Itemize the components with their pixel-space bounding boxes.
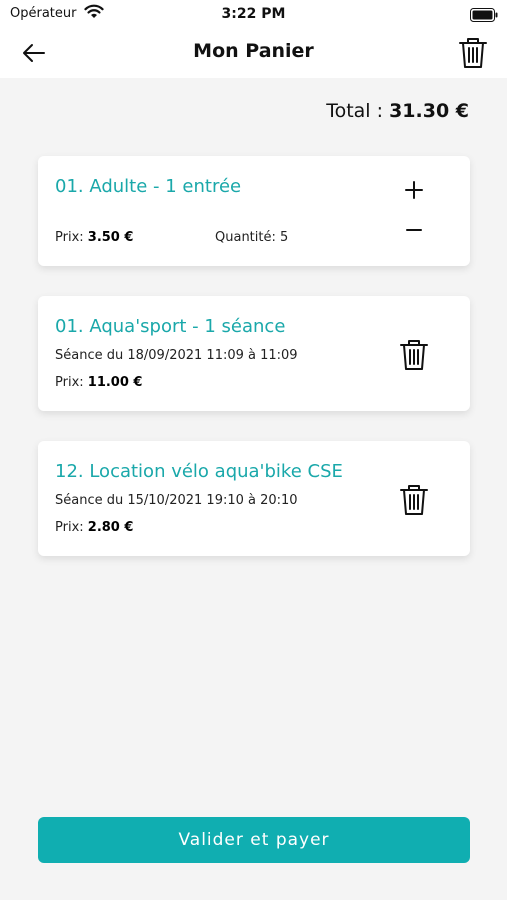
price-value: 2.80 €	[87, 520, 134, 535]
cart-item-card: 12. Location vélo aqua'bike CSE Séance d…	[38, 441, 470, 556]
total-value: 31.30 €	[389, 100, 469, 122]
total-label: Total :	[326, 100, 390, 122]
clear-cart-trash-icon[interactable]	[457, 36, 489, 70]
cart-item-card: 01. Adulte - 1 entrée Prix: 3.50 € Quant…	[38, 156, 470, 266]
cart-item-quantity: Quantité: 5	[215, 230, 288, 245]
cart-item-session: Séance du 18/09/2021 11:09 à 11:09	[55, 348, 298, 363]
page-title: Mon Panier	[193, 40, 314, 62]
cart-item-price: Prix: 3.50 €	[55, 230, 133, 245]
remove-item-trash-icon[interactable]	[398, 483, 430, 517]
price-label: Prix:	[55, 520, 88, 535]
quantity-value: 5	[280, 230, 289, 245]
price-label: Prix:	[55, 375, 88, 390]
price-label: Prix:	[55, 230, 88, 245]
cart-item-price: Prix: 11.00 €	[55, 375, 142, 390]
quantity-label: Quantité:	[215, 230, 280, 245]
price-value: 3.50 €	[87, 230, 134, 245]
price-value: 11.00 €	[87, 375, 143, 390]
navigation-bar: Mon Panier	[0, 30, 507, 78]
cart-item-title: 01. Aqua'sport - 1 séance	[55, 316, 286, 337]
battery-icon	[470, 7, 498, 26]
status-bar: Opérateur 3:22 PM	[0, 0, 507, 30]
cart-item-session: Séance du 15/10/2021 19:10 à 20:10	[55, 493, 298, 508]
cart-item-card: 01. Aqua'sport - 1 séance Séance du 18/0…	[38, 296, 470, 411]
validate-and-pay-button[interactable]: Valider et payer	[38, 817, 470, 863]
cart-total: Total : 31.30 €	[326, 100, 469, 122]
remove-item-trash-icon[interactable]	[398, 338, 430, 372]
cart-item-title: 12. Location vélo aqua'bike CSE	[55, 461, 343, 482]
cart-item-title: 01. Adulte - 1 entrée	[55, 176, 242, 197]
increase-quantity-plus-icon[interactable]	[402, 178, 426, 202]
clock: 3:22 PM	[221, 6, 286, 22]
cart-item-price: Prix: 2.80 €	[55, 520, 133, 535]
decrease-quantity-minus-icon[interactable]	[402, 218, 426, 242]
